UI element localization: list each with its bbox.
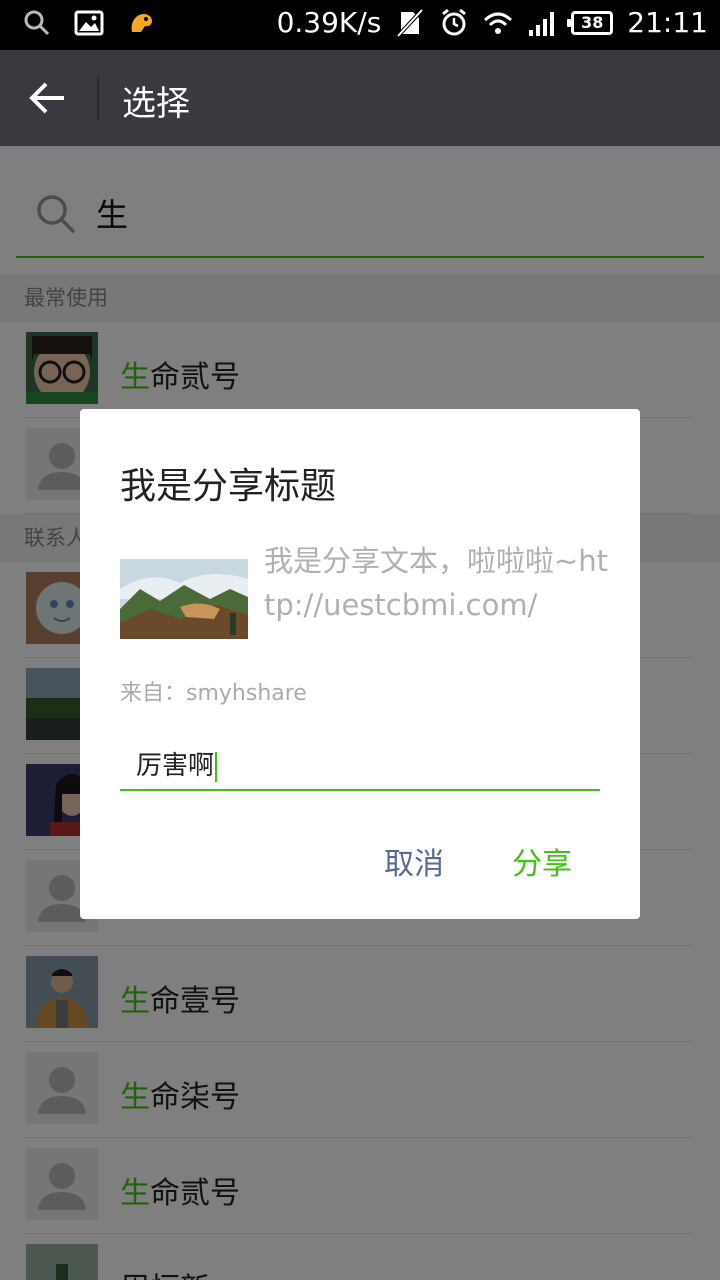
message-text: 厉害啊 [136,751,215,781]
clock: 21:11 [627,6,708,39]
status-right: 0.39K/s 38 21:11 [277,6,708,39]
share-title: 我是分享标题 [120,466,337,507]
no-sim-icon [396,8,424,37]
title-bar: 选择 [0,50,720,146]
text-cursor [215,751,218,782]
share-dialog: 我是分享标题 我是分享文本，啦啦啦~http://uestcbmi.com/ 来… [80,409,640,919]
battery-indicator: 38 [567,10,614,35]
status-bar: 0.39K/s 38 21:11 [0,0,720,50]
share-button[interactable]: 分享 [512,839,572,883]
message-input-value: 厉害啊 [136,745,218,782]
status-left-icons [22,8,156,38]
uc-browser-icon [131,14,152,32]
network-speed: 0.39K/s [276,6,382,39]
landscape-image [120,559,248,639]
title-divider [97,76,99,120]
arrow-left-icon[interactable] [24,74,72,122]
cancel-button[interactable]: 取消 [384,839,444,883]
share-text: 我是分享文本，啦啦啦~http://uestcbmi.com/ [264,544,609,622]
alarm-icon [442,8,467,35]
signal-icon [529,11,555,36]
page-title: 选择 [122,84,190,124]
share-source: 来自：smyhshare [120,681,307,706]
share-thumbnail [120,559,248,639]
wifi-icon [484,12,513,34]
message-input[interactable]: 厉害啊 [120,737,600,791]
gallery-icon [74,10,104,36]
search-icon [24,10,50,36]
